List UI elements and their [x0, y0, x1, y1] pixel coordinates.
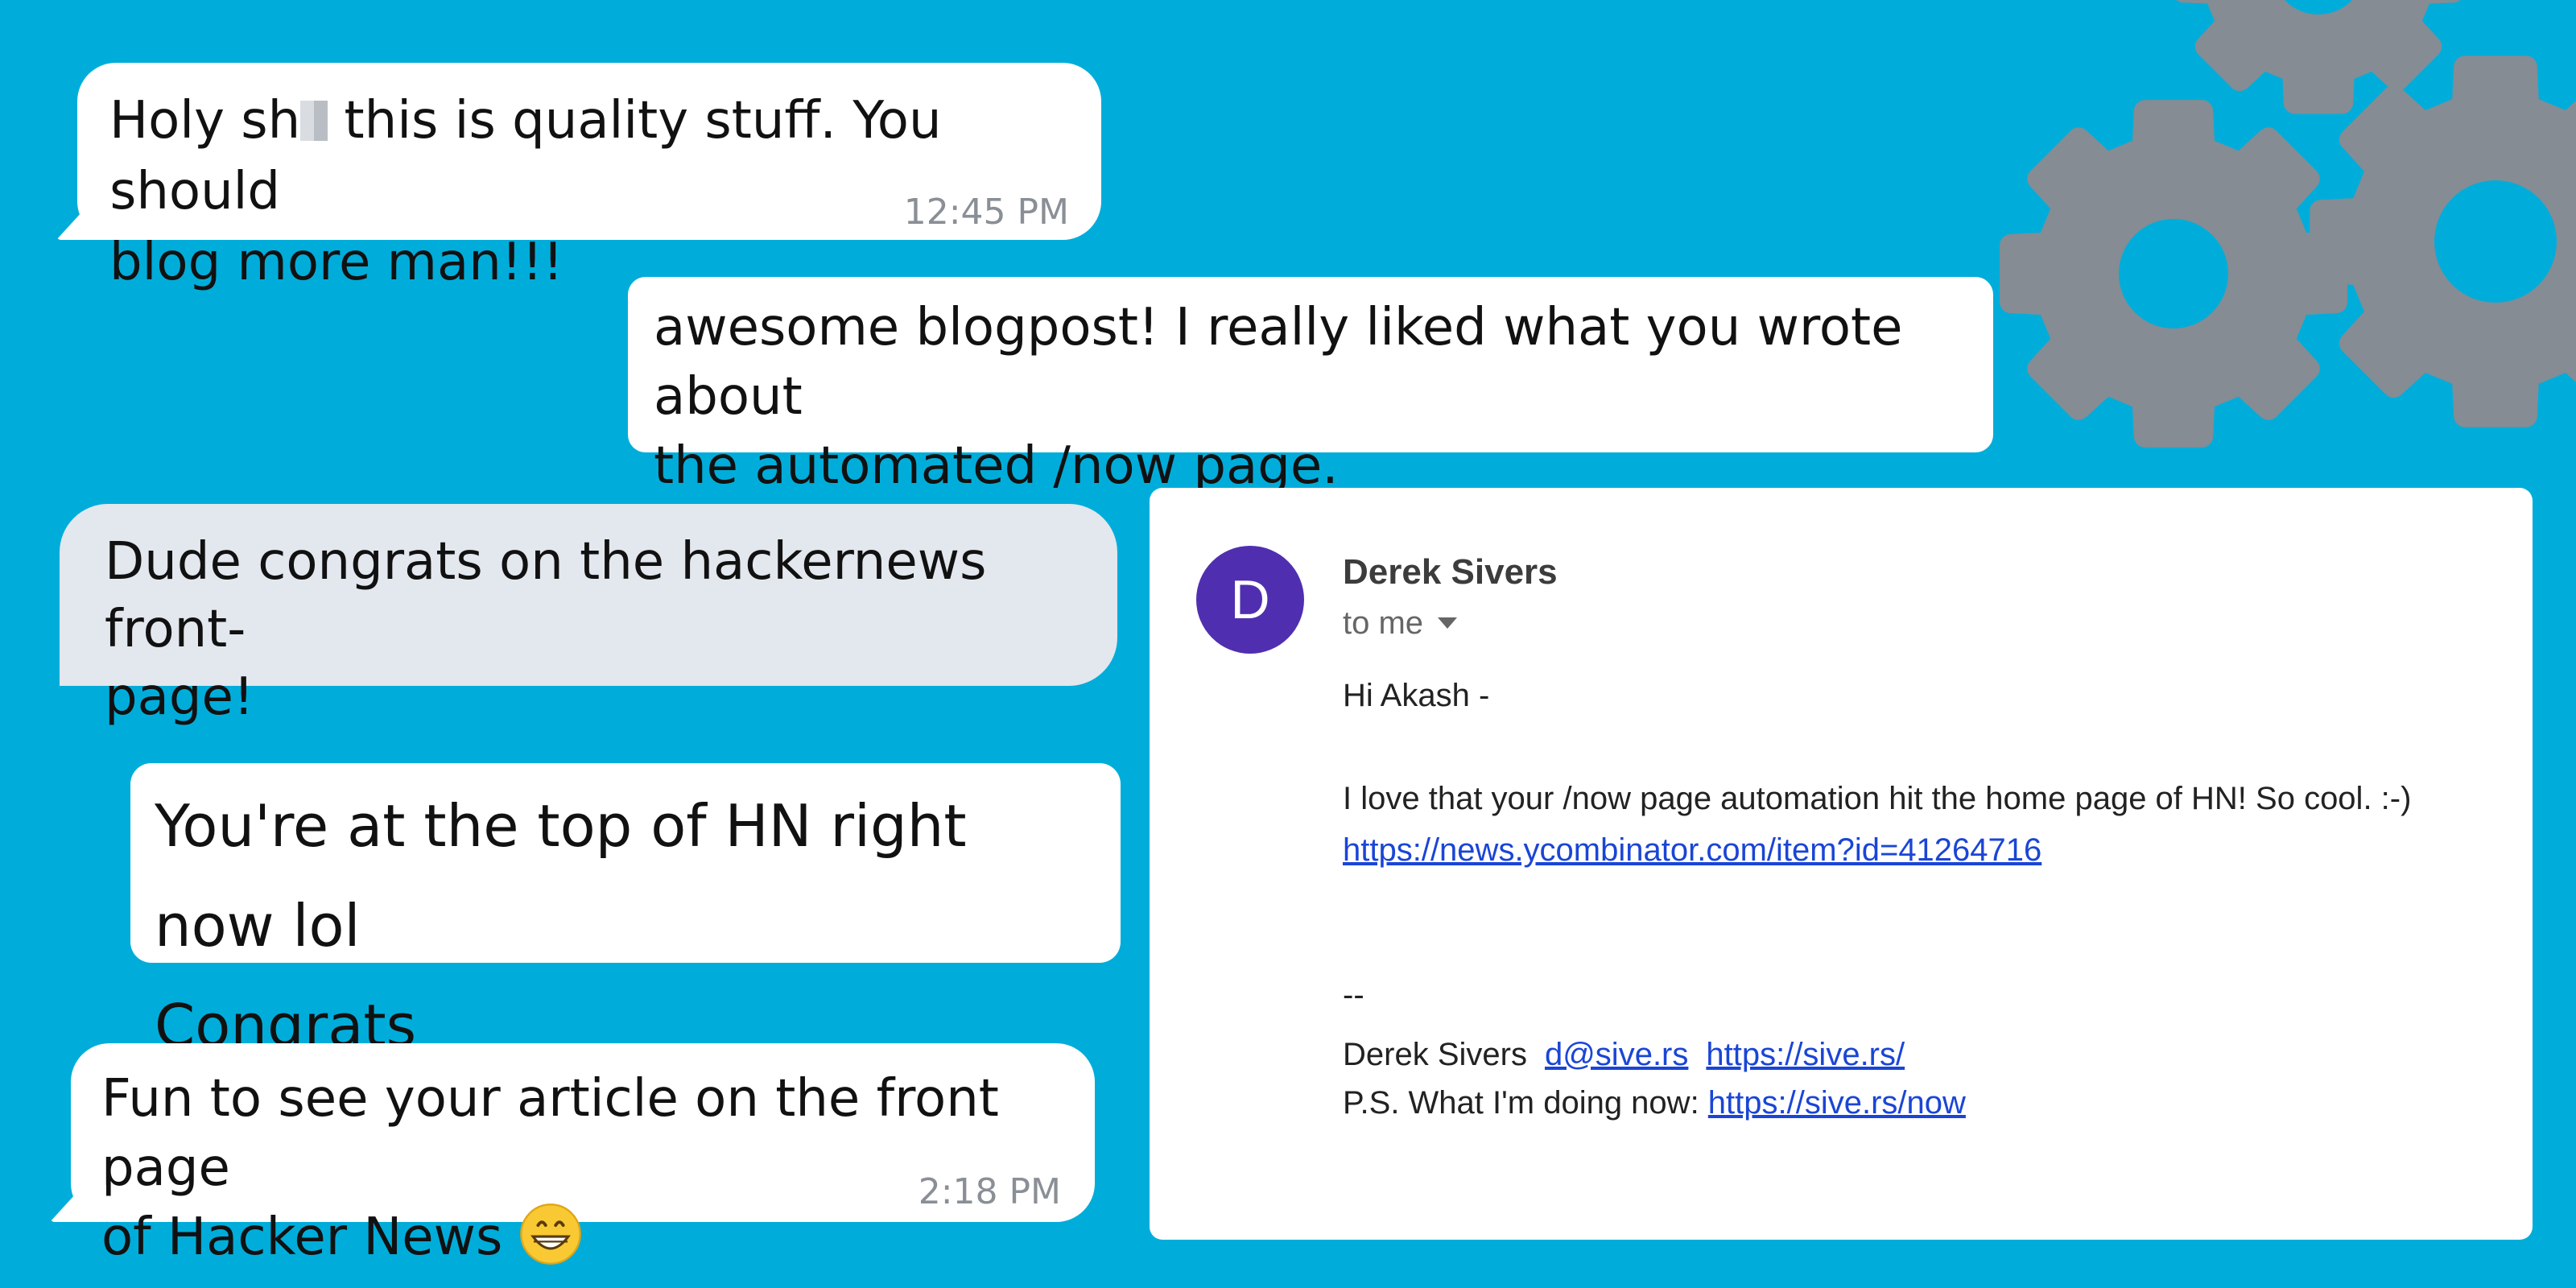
now-link[interactable]: https://sive.rs/now — [1708, 1085, 1966, 1121]
site-link[interactable]: https://sive.rs/ — [1706, 1037, 1905, 1072]
signature-separator: -- — [1343, 977, 1364, 1013]
message-bubble: You're at the top of HN right now lol Co… — [130, 763, 1121, 1059]
avatar: D — [1196, 546, 1304, 654]
message-bubble: awesome blogpost! I really liked what yo… — [628, 277, 1993, 496]
message-bubble-received: Holy sh this is quality stuff. You shoul… — [56, 63, 1101, 292]
censor-block — [300, 101, 328, 141]
email-card: D Derek Sivers to me Hi Akash - I love t… — [1150, 488, 2533, 1240]
grinning-face-icon — [519, 1203, 581, 1265]
caret-down-icon — [1438, 617, 1458, 629]
gear-icon — [2310, 56, 2576, 427]
signature: Derek Sivers d@sive.rs https://sive.rs/ — [1343, 1037, 1905, 1072]
recipient-dropdown[interactable]: to me — [1343, 605, 1458, 642]
message-timestamp: 2:18 PM — [918, 1171, 1061, 1212]
email-link[interactable]: d@sive.rs — [1545, 1037, 1688, 1072]
email-greeting: Hi Akash - — [1343, 678, 1490, 713]
email-body: I love that your /now page automation hi… — [1343, 781, 2412, 816]
gear-icon — [2000, 100, 2347, 448]
message-timestamp: 12:45 PM — [903, 192, 1069, 233]
sender-name: Derek Sivers — [1343, 552, 1558, 592]
message-bubble: Dude congrats on the hackernews front- p… — [60, 504, 1117, 727]
message-bubble-received: Fun to see your article on the front pag… — [50, 1043, 1095, 1267]
gear-icon — [2176, 0, 2461, 114]
message-text: You're at the top of HN right now lol — [155, 792, 967, 960]
message-text: page! — [105, 667, 254, 727]
message-text: awesome blogpost! I really liked what yo… — [654, 298, 1903, 427]
message-text: Dude congrats on the hackernews front- — [105, 532, 987, 659]
hn-link[interactable]: https://news.ycombinator.com/item?id=412… — [1343, 832, 2041, 868]
postscript: P.S. What I'm doing now: https://sive.rs… — [1343, 1085, 1966, 1121]
